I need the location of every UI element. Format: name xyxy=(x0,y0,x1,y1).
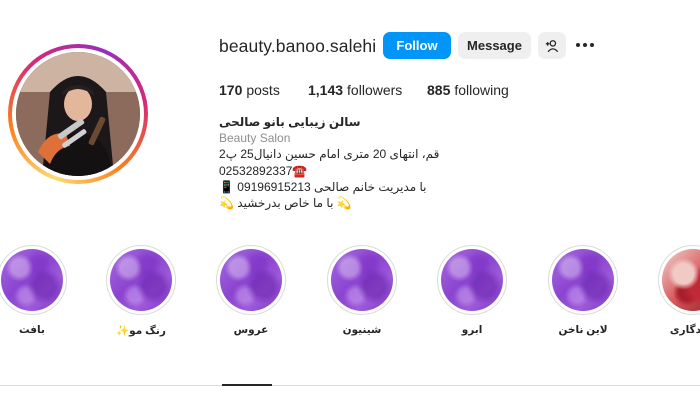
profile-category: Beauty Salon xyxy=(219,131,291,146)
tab-bar-divider xyxy=(0,385,700,386)
bio-manager: با مدیریت خانم صالحی 09196915213 📱 xyxy=(219,179,427,194)
more-options-button[interactable] xyxy=(573,36,597,54)
highlight-label: عروس xyxy=(233,324,269,336)
message-button[interactable]: Message xyxy=(458,32,531,59)
bio-phone: 02532892337☎️ xyxy=(219,163,308,178)
highlight-label: بافت xyxy=(19,324,45,336)
highlight-label: ابرو xyxy=(461,324,483,336)
highlight-cover xyxy=(441,249,503,311)
highlight-item[interactable]: شینیون xyxy=(322,245,402,336)
highlight-item[interactable]: بافت xyxy=(0,245,72,336)
highlight-item[interactable]: رنگ مو✨ xyxy=(101,245,181,337)
profile-avatar xyxy=(16,52,140,176)
posts-count: 170 xyxy=(219,82,243,98)
highlight-label: ماندگاری xyxy=(669,324,700,336)
highlight-item[interactable]: عروس xyxy=(211,245,291,336)
highlight-label: رنگ مو✨ xyxy=(116,325,166,337)
followers-stat[interactable]: 1,143 followers xyxy=(308,82,402,98)
highlight-cover xyxy=(1,249,63,311)
highlight-item[interactable]: ابرو xyxy=(432,245,512,336)
posts-label: posts xyxy=(246,82,280,98)
profile-full-name: سالن زیبایی بانو صالحی xyxy=(219,115,361,129)
bio-address: قم، انتهای 20 متری امام حسین دانیال25 پ2 xyxy=(219,147,440,162)
highlight-cover xyxy=(552,249,614,311)
highlight-label: لاین ناخن xyxy=(558,324,608,336)
highlight-cover xyxy=(331,249,393,311)
person-plus-icon xyxy=(545,39,559,52)
follow-button[interactable]: Follow xyxy=(383,32,451,59)
highlight-label: شینیون xyxy=(342,324,382,336)
active-tab-indicator xyxy=(222,384,272,386)
highlight-item[interactable]: لاین ناخن xyxy=(543,245,623,336)
highlight-cover xyxy=(662,249,700,311)
highlight-item[interactable]: ماندگاری xyxy=(653,245,700,336)
following-label: following xyxy=(454,82,509,98)
more-options-icon xyxy=(576,43,594,47)
profile-bio: سالن زیبایی بانو صالحی Beauty Salon قم، … xyxy=(219,114,479,211)
following-count: 885 xyxy=(427,82,451,98)
followers-label: followers xyxy=(347,82,403,98)
profile-username: beauty.banoo.salehi xyxy=(219,36,377,56)
following-stat[interactable]: 885 following xyxy=(427,82,509,98)
bio-tagline: 💫 با ما خاص بدرخشید 💫 xyxy=(219,196,352,211)
avatar-photo xyxy=(16,52,140,176)
posts-stat: 170 posts xyxy=(219,82,280,98)
suggested-users-button[interactable] xyxy=(538,32,566,59)
profile-avatar-ring[interactable] xyxy=(8,44,148,184)
highlight-cover xyxy=(220,249,282,311)
highlight-cover xyxy=(110,249,172,311)
followers-count: 1,143 xyxy=(308,82,344,98)
